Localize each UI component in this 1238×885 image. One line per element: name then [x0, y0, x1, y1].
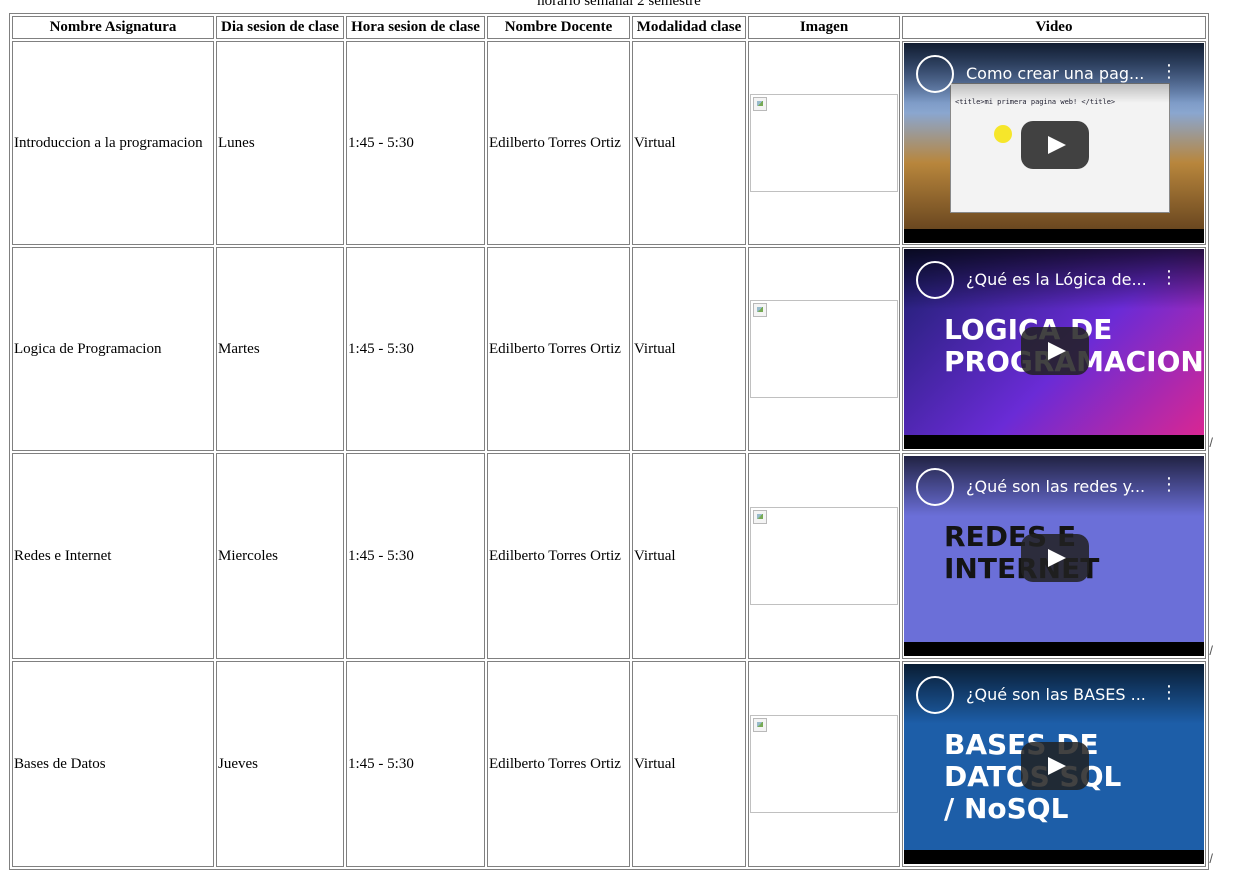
cell-asignatura: Redes e Internet: [12, 453, 214, 659]
header-dia: Dia sesion de clase: [216, 16, 344, 39]
cell-imagen: [748, 41, 900, 245]
cell-asignatura: Introduccion a la programacion: [12, 41, 214, 245]
table-caption: horario semanal 2 semestre: [537, 0, 701, 9]
broken-image: [750, 300, 898, 398]
table-row: Bases de Datos Jueves 1:45 - 5:30 Edilbe…: [12, 661, 1213, 867]
broken-image-icon: [753, 303, 767, 317]
cell-dia: Martes: [216, 247, 344, 451]
more-options-icon[interactable]: ⋮: [1160, 476, 1178, 494]
play-button-icon[interactable]: [1021, 534, 1089, 582]
cell-video: <title>mi primera pagina web! </title> C…: [902, 41, 1206, 245]
broken-image: [750, 94, 898, 192]
person-avatar-icon[interactable]: [916, 55, 954, 93]
youtube-embed[interactable]: REDES E INTERNET ¿Qué son las redes y...…: [904, 456, 1204, 656]
cell-modalidad: Virtual: [632, 453, 746, 659]
ninja-avatar-icon[interactable]: [916, 261, 954, 299]
cell-imagen: [748, 661, 900, 867]
slash-text: /: [1209, 643, 1213, 658]
broken-image-icon: [753, 718, 767, 732]
schedule-table: Nombre Asignatura Dia sesion de clase Ho…: [9, 13, 1213, 870]
cell-hora: 1:45 - 5:30: [346, 41, 485, 245]
cell-dia: Miercoles: [216, 453, 344, 659]
video-title[interactable]: ¿Qué es la Lógica de...: [966, 270, 1147, 289]
table-row: Logica de Programacion Martes 1:45 - 5:3…: [12, 247, 1213, 451]
cell-video: REDES E INTERNET ¿Qué son las redes y...…: [902, 453, 1213, 659]
cell-imagen: [748, 453, 900, 659]
broken-image: [750, 507, 898, 605]
header-modalidad: Modalidad clase: [632, 16, 746, 39]
more-options-icon[interactable]: ⋮: [1160, 63, 1178, 81]
more-options-icon[interactable]: ⋮: [1160, 684, 1178, 702]
table-row: Redes e Internet Miercoles 1:45 - 5:30 E…: [12, 453, 1213, 659]
broken-image-icon: [753, 97, 767, 111]
broken-image: [750, 715, 898, 813]
edteam-logo-icon[interactable]: [916, 676, 954, 714]
youtube-embed[interactable]: LOGICA DE PROGRAMACION? ¿Qué es la Lógic…: [904, 249, 1204, 449]
video-title[interactable]: ¿Qué son las BASES ...: [966, 685, 1146, 704]
youtube-embed[interactable]: BASES DE DATOS SQL / NoSQL ¿Qué son las …: [904, 664, 1204, 864]
youtube-embed[interactable]: <title>mi primera pagina web! </title> C…: [904, 43, 1204, 243]
play-button-icon[interactable]: [1021, 121, 1089, 169]
video-title[interactable]: ¿Qué son las redes y...: [966, 477, 1145, 496]
cell-hora: 1:45 - 5:30: [346, 661, 485, 867]
cell-modalidad: Virtual: [632, 41, 746, 245]
cell-asignatura: Bases de Datos: [12, 661, 214, 867]
cell-dia: Lunes: [216, 41, 344, 245]
cell-docente: Edilberto Torres Ortiz: [487, 41, 630, 245]
slash-text: /: [1209, 851, 1213, 866]
cell-hora: 1:45 - 5:30: [346, 453, 485, 659]
header-nombre-asignatura: Nombre Asignatura: [12, 16, 214, 39]
more-options-icon[interactable]: ⋮: [1160, 269, 1178, 287]
table-row: Introduccion a la programacion Lunes 1:4…: [12, 41, 1206, 245]
header-imagen: Imagen: [748, 16, 900, 39]
play-button-icon[interactable]: [1021, 742, 1089, 790]
cell-docente: Edilberto Torres Ortiz: [487, 661, 630, 867]
header-docente: Nombre Docente: [487, 16, 630, 39]
cell-modalidad: Virtual: [632, 661, 746, 867]
cell-imagen: [748, 247, 900, 451]
cell-hora: 1:45 - 5:30: [346, 247, 485, 451]
broken-image-icon: [753, 510, 767, 524]
edteam-logo-icon[interactable]: [916, 468, 954, 506]
slash-text: /: [1209, 435, 1213, 450]
cell-dia: Jueves: [216, 661, 344, 867]
cell-docente: Edilberto Torres Ortiz: [487, 247, 630, 451]
video-title[interactable]: Como crear una pag...: [966, 64, 1144, 83]
header-row: Nombre Asignatura Dia sesion de clase Ho…: [12, 16, 1206, 39]
play-button-icon[interactable]: [1021, 327, 1089, 375]
header-hora: Hora sesion de clase: [346, 16, 485, 39]
header-video: Video: [902, 16, 1206, 39]
cell-docente: Edilberto Torres Ortiz: [487, 453, 630, 659]
cell-asignatura: Logica de Programacion: [12, 247, 214, 451]
cell-video: BASES DE DATOS SQL / NoSQL ¿Qué son las …: [902, 661, 1213, 867]
cell-video: LOGICA DE PROGRAMACION? ¿Qué es la Lógic…: [902, 247, 1213, 451]
cell-modalidad: Virtual: [632, 247, 746, 451]
